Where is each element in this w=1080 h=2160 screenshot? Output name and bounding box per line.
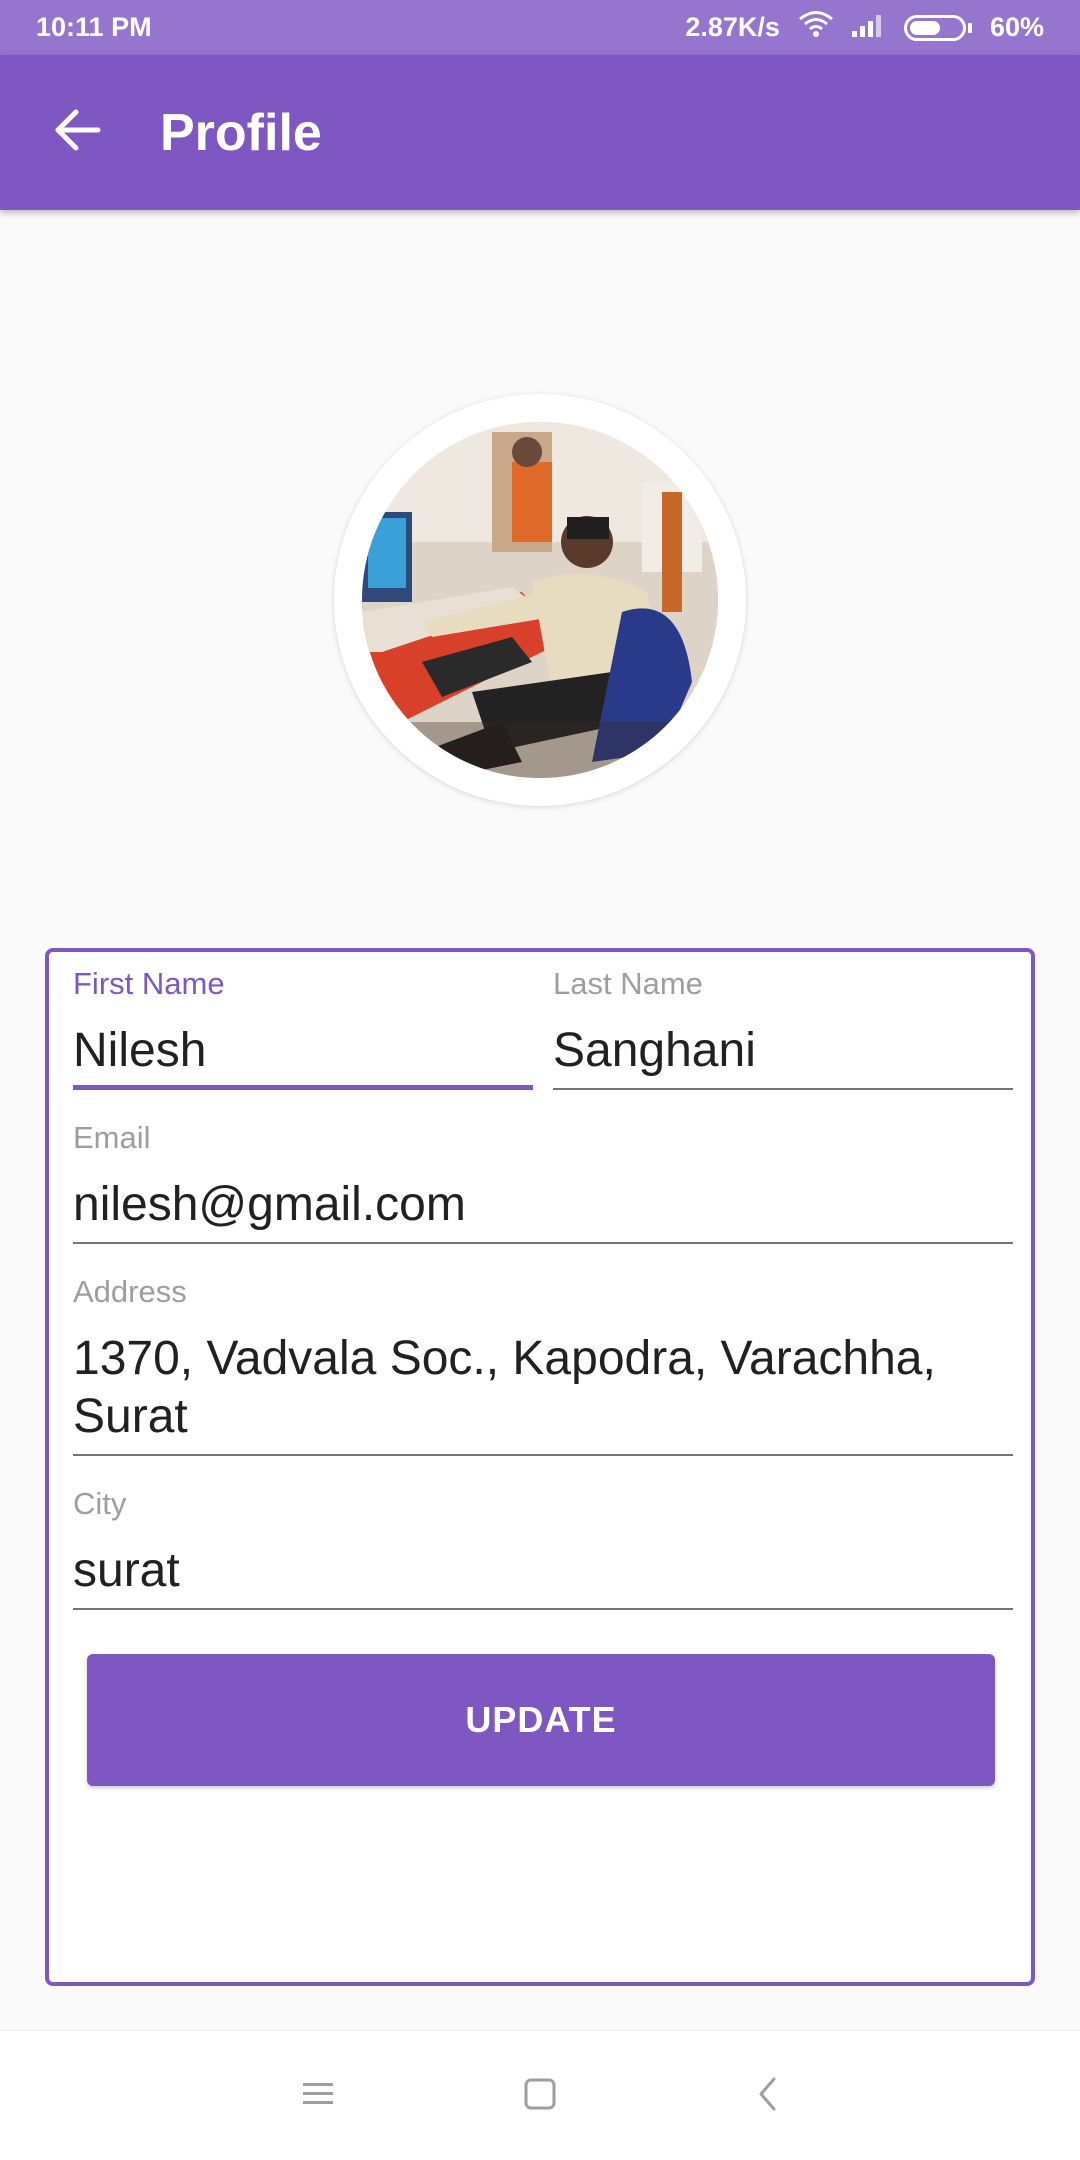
menu-button[interactable]: [288, 2066, 348, 2126]
last-name-input[interactable]: Sanghani: [553, 1022, 1013, 1090]
page-title: Profile: [160, 103, 322, 162]
battery-percent: 60%: [989, 12, 1044, 42]
email-label: Email: [73, 1120, 151, 1155]
email-field[interactable]: Email nilesh@gmail.com: [73, 1118, 1013, 1244]
city-label: City: [73, 1486, 127, 1521]
avatar-frame: [334, 394, 746, 806]
first-name-label: First Name: [73, 966, 225, 1001]
battery-icon: [903, 14, 972, 41]
address-input[interactable]: 1370, Vadvala Soc., Kapodra, Varachha, S…: [73, 1330, 1013, 1456]
last-name-field[interactable]: Last Name Sanghani: [553, 964, 1013, 1090]
first-name-field[interactable]: First Name Nilesh: [73, 964, 533, 1090]
email-input[interactable]: nilesh@gmail.com: [73, 1176, 1013, 1244]
arrow-left-icon: [54, 108, 102, 157]
first-name-input[interactable]: Nilesh: [73, 1022, 533, 1090]
app-bar: Profile: [0, 55, 1080, 210]
network-speed: 2.87K/s: [685, 12, 780, 42]
back-icon: [756, 2076, 780, 2117]
address-label: Address: [73, 1274, 187, 1309]
avatar[interactable]: [362, 422, 718, 778]
status-icons: 2.87K/s 60%: [685, 10, 1044, 45]
menu-icon: [301, 2080, 335, 2113]
home-button[interactable]: [510, 2066, 570, 2126]
wifi-icon: [798, 10, 834, 45]
back-button[interactable]: [38, 93, 118, 173]
status-bar: 10:11 PM 2.87K/s 60%: [0, 0, 1080, 55]
city-input[interactable]: surat: [73, 1542, 1013, 1610]
nav-back-button[interactable]: [738, 2066, 798, 2126]
address-field[interactable]: Address 1370, Vadvala Soc., Kapodra, Var…: [73, 1272, 1013, 1456]
home-icon: [523, 2077, 557, 2116]
last-name-label: Last Name: [553, 966, 703, 1001]
status-time: 10:11 PM: [36, 12, 152, 42]
city-field[interactable]: City surat: [73, 1484, 1013, 1610]
profile-form: First Name Nilesh Last Name Sanghani Ema…: [45, 948, 1035, 1986]
signal-icon: [851, 11, 886, 44]
system-nav-bar: [0, 2030, 1080, 2160]
update-button[interactable]: UPDATE: [87, 1654, 995, 1786]
